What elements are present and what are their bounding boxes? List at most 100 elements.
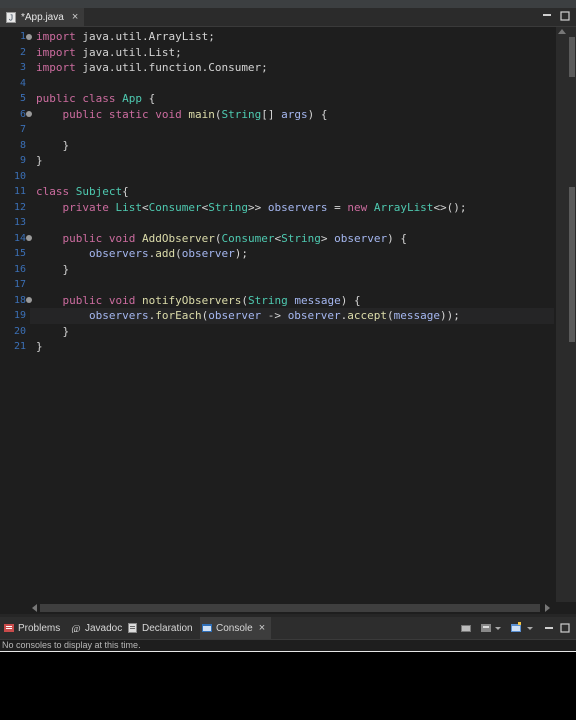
line-number: 13 [13, 217, 26, 228]
editor-tab-title: *App.java [21, 11, 64, 23]
line-number: 6 [19, 108, 26, 120]
maximize-editor-icon[interactable] [558, 9, 572, 23]
scroll-left-icon[interactable] [32, 604, 37, 612]
code-editor[interactable]: 1 2 3 4 5 6 7 8 9 10 11 12 13 14 15 16 17 18 19 20 21 import… [0, 27, 576, 614]
code-token: args [281, 107, 308, 121]
tab-console[interactable]: Console × [200, 617, 272, 639]
code-token: Consumer [148, 200, 202, 214]
horizontal-scrollbar[interactable] [30, 602, 556, 614]
scroll-up-icon[interactable] [558, 29, 566, 34]
code-token: = [327, 200, 348, 214]
overview-mark [569, 37, 575, 77]
code-line: import java.util.List; [36, 45, 182, 61]
code-token: AddObserver [142, 231, 215, 245]
maximize-panel-icon[interactable] [560, 621, 572, 633]
code-token: public [62, 231, 103, 245]
code-token: } [36, 154, 43, 167]
code-token: void [155, 107, 182, 121]
line-number: 18 [13, 294, 26, 306]
tab-problems[interactable]: Problems [4, 617, 60, 639]
code-token: import [36, 45, 76, 59]
overview-ruler[interactable] [568, 27, 576, 602]
editor-tab-close-icon[interactable]: × [72, 11, 78, 23]
console-close-icon[interactable]: × [259, 622, 265, 634]
code-token: < [141, 200, 149, 214]
display-console-dropdown-icon[interactable] [494, 621, 506, 633]
code-line: public void AddObserver(Consumer<String>… [36, 231, 407, 247]
line-number: 12 [13, 201, 26, 213]
open-console-dropdown-icon[interactable] [526, 621, 538, 633]
code-line: } [36, 138, 69, 154]
code-line: observers.add(observer); [36, 246, 248, 262]
overview-thumb[interactable] [569, 187, 575, 342]
editor-tab-bar: J *App.java × [0, 8, 576, 27]
minimize-editor-icon[interactable] [540, 9, 554, 23]
code-line: class Subject{ [36, 184, 129, 200]
line-number: 1 [19, 31, 26, 42]
tab-label: Declaration [142, 622, 193, 634]
scroll-right-icon[interactable] [545, 604, 550, 612]
minimize-panel-icon[interactable] [544, 621, 556, 633]
svg-text:J: J [9, 13, 13, 22]
line-number: 3 [19, 62, 26, 73]
code-token: import [36, 61, 76, 74]
problems-icon [4, 624, 14, 632]
code-line: } [36, 153, 43, 169]
code-token: ( [175, 247, 182, 260]
line-number-gutter: 1 2 3 4 5 6 7 8 9 10 11 12 13 14 15 16 17 18 19 20 21 [0, 27, 32, 602]
code-line: public static void main(String[] args) { [36, 107, 328, 123]
code-token: observer [208, 309, 262, 322]
line-number: 7 [19, 124, 26, 135]
line-number: 10 [13, 170, 26, 182]
code-token: { [122, 185, 129, 198]
code-token: } [36, 324, 70, 338]
console-view[interactable]: No consoles to display at this time. [0, 640, 576, 720]
code-token: observer [181, 247, 235, 260]
line-number: 8 [19, 139, 26, 151]
code-token: java.util.ArrayList; [75, 30, 215, 43]
line-number: 9 [19, 155, 26, 166]
line-number: 19 [13, 310, 26, 321]
code-line: public class App { [36, 91, 155, 107]
code-token: void [108, 293, 136, 307]
code-text-area[interactable]: import java.util.ArrayList; import java.u… [30, 27, 554, 602]
code-token: accept [347, 309, 388, 322]
code-token: new [347, 200, 368, 214]
console-output[interactable] [0, 652, 576, 720]
code-line: } [36, 324, 69, 340]
line-number: 21 [13, 341, 26, 352]
code-token: String [247, 293, 288, 307]
code-token: add [155, 247, 176, 260]
pin-console-icon[interactable] [480, 621, 492, 633]
horizontal-scroll-thumb[interactable] [40, 604, 540, 612]
line-number: 14 [13, 232, 26, 244]
tab-declaration[interactable]: Declaration [128, 617, 193, 639]
vertical-scrollbar[interactable] [556, 27, 568, 602]
code-line: observers.forEach(observer -> observer.a… [36, 308, 460, 324]
code-token: void [108, 231, 136, 245]
code-token: } [36, 340, 43, 353]
code-token: observers [88, 247, 149, 260]
code-token: message [294, 293, 341, 307]
clear-console-icon[interactable] [460, 621, 472, 633]
tab-label: Javadoc [85, 622, 123, 634]
code-token: java.util.List; [75, 45, 182, 59]
code-line: } [36, 262, 69, 278]
code-token: forEach [155, 309, 202, 322]
code-token: )); [440, 309, 460, 322]
open-console-icon[interactable] [510, 621, 522, 633]
code-line: import java.util.function.Consumer; [36, 60, 268, 76]
editor-tab-app-java[interactable]: J *App.java × [0, 8, 84, 26]
tab-javadoc[interactable]: @ Javadoc [71, 617, 122, 639]
code-token: observers [267, 200, 328, 214]
console-empty-message: No consoles to display at this time. [2, 640, 141, 650]
code-token: java.util.function.Consumer; [75, 61, 268, 74]
code-token: static [108, 107, 149, 121]
code-token: ) { [307, 107, 328, 121]
